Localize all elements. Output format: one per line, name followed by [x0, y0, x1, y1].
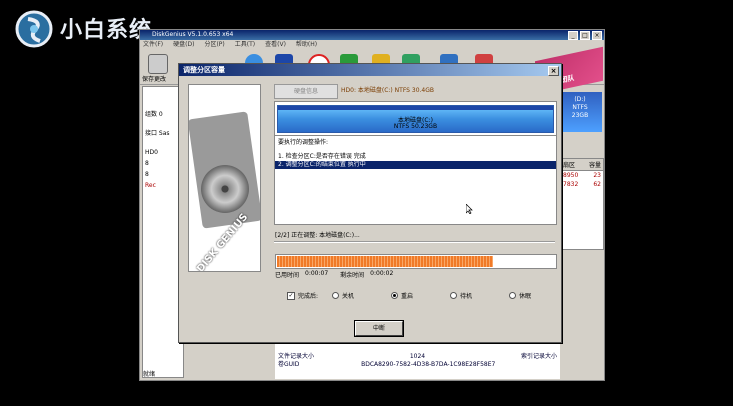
detail-label: 文件记录大小: [278, 353, 315, 360]
menu-partition[interactable]: 分区(P): [204, 40, 224, 50]
checkbox-check-icon[interactable]: ✓: [287, 291, 295, 300]
progress-bar: [275, 254, 557, 269]
operation-item[interactable]: 1. 检查分区C:是否存在错误 完成: [275, 153, 556, 161]
save-changes-icon[interactable]: [148, 54, 168, 74]
col-sector: 扇区: [563, 162, 576, 169]
close-app-button[interactable]: ×: [592, 31, 602, 40]
option-shutdown[interactable]: 关机: [332, 291, 354, 300]
partition-header-strip: [278, 106, 553, 110]
option-label: 重启: [401, 293, 414, 300]
detail-value: 1024: [409, 353, 426, 360]
tree-node-rec[interactable]: Rec: [143, 180, 183, 191]
remaining-label: 剩余时间: [340, 272, 365, 279]
option-restart[interactable]: 重启: [391, 291, 413, 300]
menu-disk[interactable]: 硬盘(D): [173, 40, 194, 50]
menu-help[interactable]: 帮助(H): [296, 40, 317, 50]
operations-header: 要执行的调整操作:: [278, 139, 329, 146]
elapsed-label: 已用时间: [275, 272, 300, 279]
operation-item-selected[interactable]: 2. 调整分区C:的结束位置 执行中: [275, 161, 556, 169]
radio-icon[interactable]: [509, 292, 517, 299]
detail-value: BDCA8290-7582-4D38-B7DA-1C98E28F58E7: [361, 361, 496, 368]
radio-selected-icon[interactable]: [391, 292, 399, 299]
after-done-checkbox[interactable]: ✓ 完成后:: [287, 291, 318, 300]
time-row: 已用时间 0:00:07 剩余时间 0:00:02: [275, 270, 393, 279]
elapsed-value: 0:00:07: [305, 270, 329, 277]
maximize-button[interactable]: □: [580, 31, 590, 40]
left-info-1: 组数 0: [145, 111, 163, 118]
after-done-options: ✓ 完成后: 关机 重启 待机 休眠: [287, 291, 531, 300]
divider: [274, 241, 555, 243]
resize-partition-dialog: 调整分区容量 × DISK GENIUS 硬盘信息 HD0: 本地磁盘(C:) …: [178, 63, 562, 343]
cell: 62: [593, 181, 601, 188]
cell: 23: [593, 172, 601, 179]
mouse-cursor-icon: [466, 204, 473, 214]
partition-bar: 本地磁盘(C:) NTFS 50.23GB: [274, 101, 557, 137]
minimize-button[interactable]: _: [568, 31, 578, 40]
option-label: 待机: [460, 293, 473, 300]
radio-icon[interactable]: [332, 292, 340, 299]
tree-node-hd0[interactable]: HD0: [143, 147, 183, 158]
disk-d-block[interactable]: (D:) NTFS 23GB: [558, 92, 602, 132]
option-hibernate[interactable]: 休眠: [509, 291, 531, 300]
progress-text: [2/2] 正在调整: 本地磁盘(C:)...: [275, 232, 360, 239]
platter-graphic: [201, 165, 249, 213]
menu-tools[interactable]: 工具(T): [235, 40, 255, 50]
app-title: DiskGenius V5.1.0.653 x64: [152, 31, 234, 38]
disk-genius-illustration: DISK GENIUS: [188, 84, 261, 272]
operations-list: 要执行的调整操作: 1. 检查分区C:是否存在错误 完成 2. 调整分区C:的结…: [274, 135, 557, 225]
cell: 7832: [563, 181, 579, 188]
option-standby[interactable]: 待机: [450, 291, 472, 300]
close-icon[interactable]: ×: [548, 66, 559, 76]
disk-info-button[interactable]: 硬盘信息: [274, 84, 338, 99]
detail-label: 索引记录大小: [520, 353, 557, 360]
col-size: 容量: [588, 162, 601, 169]
detail-label: 卷GUID: [278, 361, 300, 368]
left-info-2: 接口 Sas: [145, 130, 170, 137]
cell: 8950: [563, 172, 579, 179]
dialog-title-bar[interactable]: 调整分区容量 ×: [179, 64, 561, 76]
status-bar: 就绪: [143, 371, 156, 378]
menu-file[interactable]: 文件(F): [143, 40, 163, 50]
tree-node-1[interactable]: 8: [143, 158, 183, 169]
option-label: 休眠: [519, 293, 532, 300]
dialog-title: 调整分区容量: [183, 66, 225, 74]
option-label: 关机: [342, 293, 355, 300]
app-menu-bar: 文件(F) 硬盘(D) 分区(P) 工具(T) 查看(V) 帮助(H): [140, 40, 604, 50]
progress-fill: [277, 256, 494, 267]
partition-size: NTFS 50.23GB: [393, 123, 438, 130]
disk-label: HD0: 本地磁盘(C:) NTFS 30.4GB: [341, 87, 435, 94]
menu-view[interactable]: 查看(V): [265, 40, 286, 50]
remaining-value: 0:00:02: [370, 270, 394, 277]
tree-node-2[interactable]: 8: [143, 169, 183, 180]
app-title-bar: DiskGenius V5.1.0.653 x64 _ □ ×: [140, 30, 604, 40]
logo-icon: [15, 10, 53, 48]
partition-block-c[interactable]: 本地磁盘(C:) NTFS 50.23GB: [277, 105, 554, 133]
radio-icon[interactable]: [450, 292, 458, 299]
save-changes-label: 保存更改: [142, 76, 167, 83]
after-done-label: 完成后:: [298, 293, 319, 300]
partition-params-panel: 扇区 容量 8950 23 7832 62: [560, 158, 604, 250]
stop-button[interactable]: 中断: [354, 320, 404, 337]
